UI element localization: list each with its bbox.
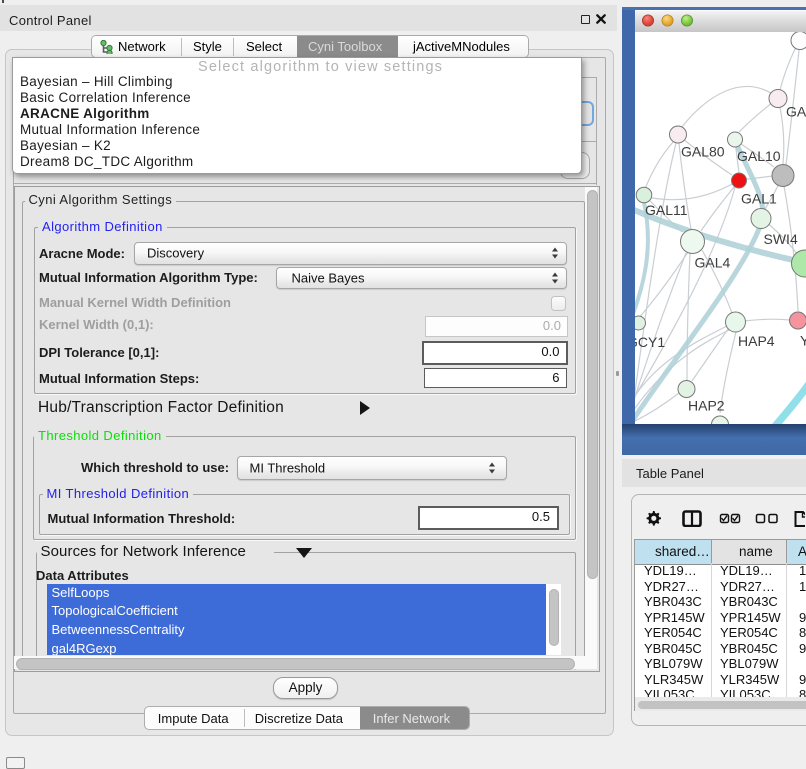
svg-text:GAL11: GAL11 xyxy=(645,202,688,218)
svg-text:GAL80: GAL80 xyxy=(681,144,725,160)
svg-text:HAP4: HAP4 xyxy=(738,333,775,349)
svg-text:SWI4: SWI4 xyxy=(764,231,798,247)
svg-text:HAP2: HAP2 xyxy=(688,398,725,414)
svg-text:GAL1: GAL1 xyxy=(741,191,777,207)
svg-text:GAL10: GAL10 xyxy=(737,148,781,164)
svg-text:GCY1: GCY1 xyxy=(635,334,665,350)
svg-text:GAL4: GAL4 xyxy=(695,255,731,271)
svg-text:Y: Y xyxy=(800,333,806,349)
svg-text:GAL2: GAL2 xyxy=(786,104,806,120)
